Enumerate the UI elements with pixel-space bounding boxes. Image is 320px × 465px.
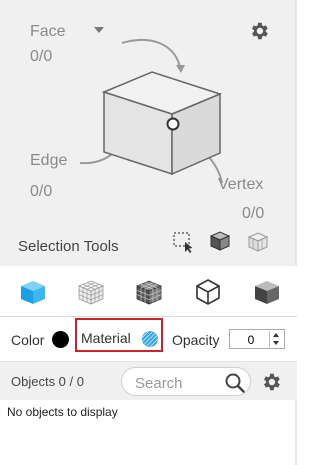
objects-count-label: Objects 0 / 0 (11, 374, 84, 389)
edge-count: 0/0 (30, 183, 53, 200)
face-count: 0/0 (30, 48, 53, 65)
cube-illustration (79, 39, 223, 184)
search-icon[interactable] (225, 373, 245, 393)
wireframe-grid-cube-icon[interactable] (77, 278, 105, 306)
color-swatch[interactable] (52, 331, 69, 348)
edge-label: Edge (30, 152, 68, 169)
transparent-cube-select-icon[interactable] (246, 230, 270, 254)
color-label: Color (11, 332, 45, 348)
caret-down-icon[interactable] (94, 27, 104, 33)
search-box[interactable] (121, 367, 251, 396)
selection-panel: Face 0/0 Edge 0/0 Vertex 0/0 Selection T… (0, 0, 297, 266)
box-select-icon[interactable] (172, 231, 194, 253)
opacity-spin-buttons[interactable] (269, 331, 282, 347)
objects-header: Objects 0 / 0 (0, 362, 297, 400)
gear-icon[interactable] (248, 20, 270, 42)
vertex-count: 0/0 (242, 205, 265, 222)
vertex-label: Vertex (218, 176, 264, 193)
half-shaded-cube-icon[interactable] (253, 278, 281, 306)
selection-tools-label: Selection Tools (18, 238, 119, 255)
face-label: Face (30, 23, 66, 40)
solid-cube-icon[interactable] (19, 278, 47, 306)
search-input[interactable] (133, 372, 222, 394)
cube-select-icon[interactable] (208, 229, 232, 253)
spin-down-icon[interactable] (273, 341, 279, 345)
spin-up-icon[interactable] (273, 333, 279, 337)
object-settings-gear-icon[interactable] (260, 371, 282, 393)
opacity-label: Opacity (172, 332, 220, 348)
shaded-grid-cube-icon[interactable] (135, 278, 163, 306)
opacity-input[interactable] (232, 331, 270, 349)
empty-objects-message: No objects to display (7, 405, 118, 419)
opacity-stepper[interactable] (229, 329, 285, 349)
material-highlight-box[interactable] (75, 318, 163, 352)
outline-cube-icon[interactable] (194, 278, 222, 306)
view-mode-toolbar (0, 268, 297, 317)
